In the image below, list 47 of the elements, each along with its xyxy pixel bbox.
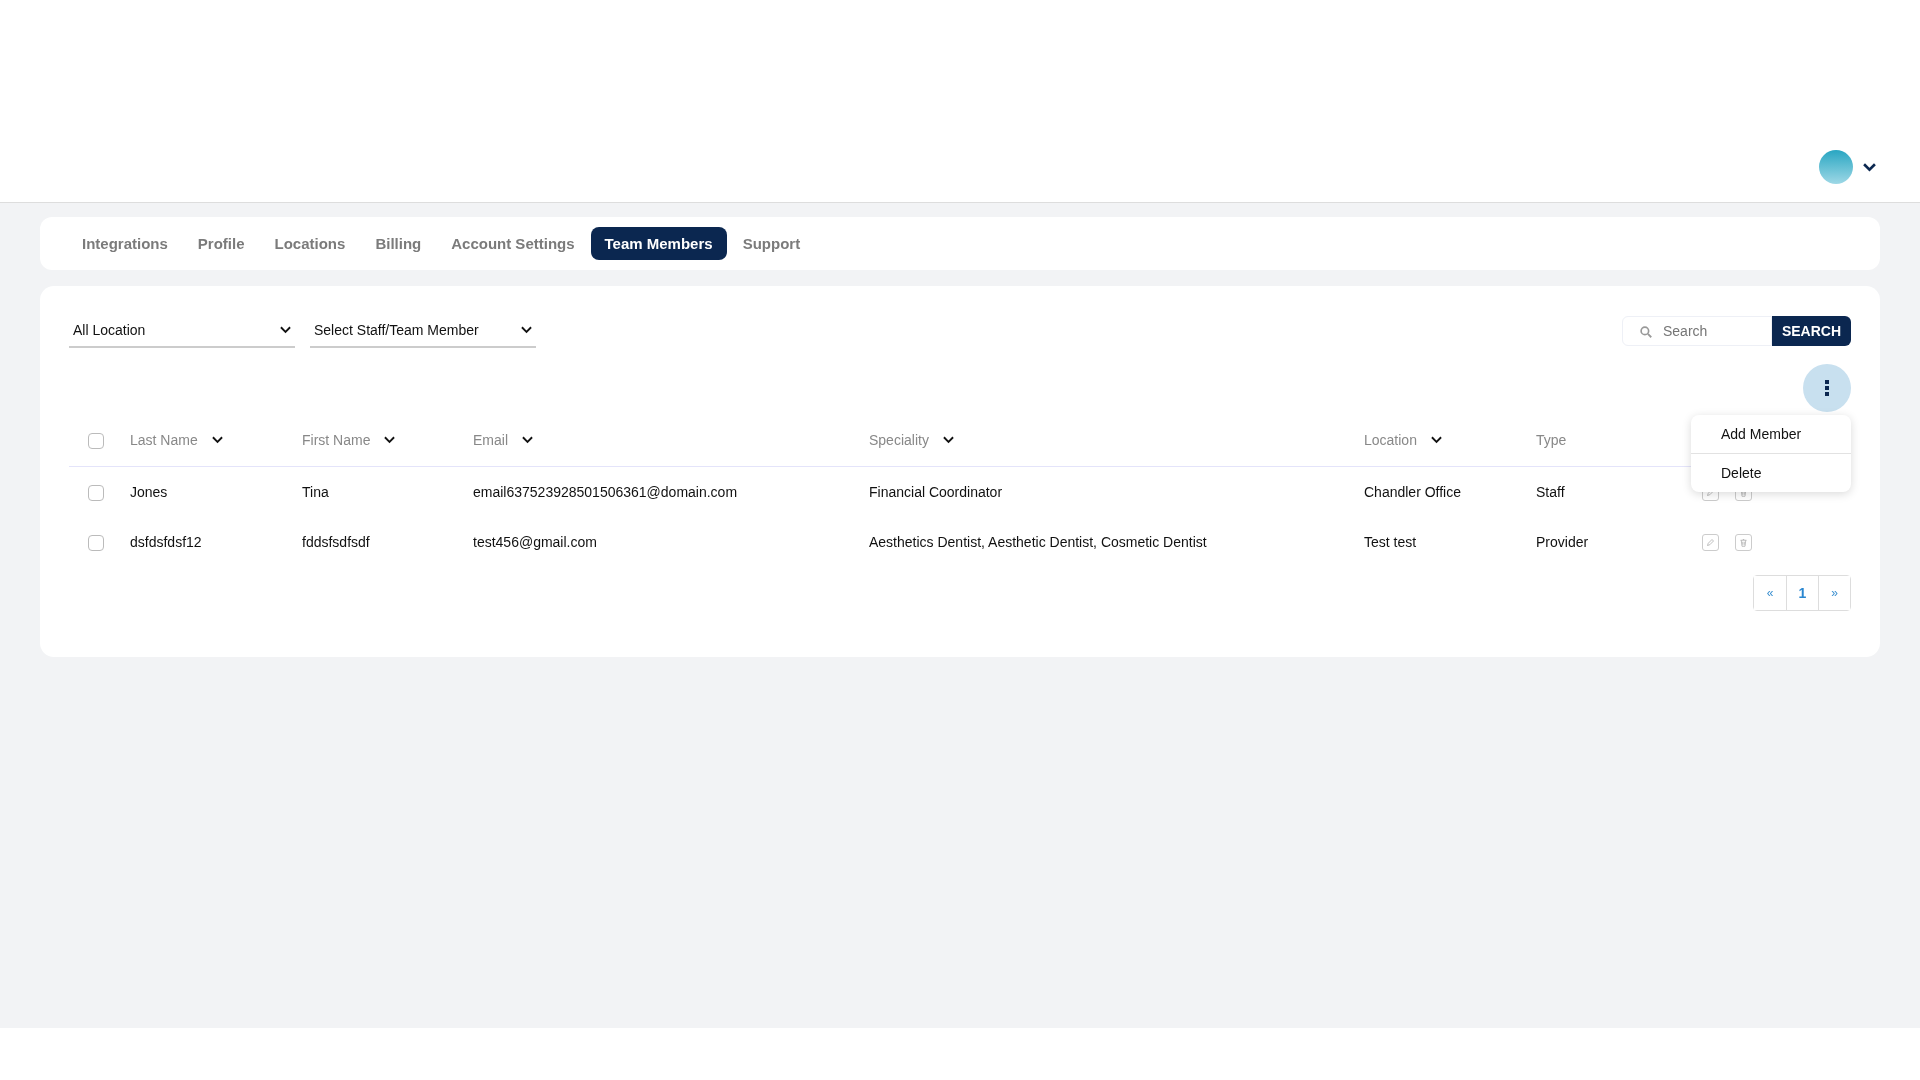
tab[interactable]: Team Members [590,227,727,260]
table-cell: fddsfsdfsdf [302,534,370,550]
table-cell: email637523928501506361@domain.com [473,484,738,500]
table-cell: Chandler Office [1364,484,1461,500]
table-cell: Jones [130,484,168,500]
menu-item[interactable]: Delete [1691,453,1851,492]
chevron-down-icon[interactable] [521,326,532,334]
table-cell: Provider [1536,534,1589,550]
checkbox[interactable] [88,432,104,449]
chevron-down-icon[interactable] [942,436,954,444]
avatar-photo-placeholder[interactable] [1819,150,1853,184]
filter-select[interactable]: All Location [69,314,295,348]
filter-select[interactable]: Select Staff/Team Member [310,314,536,348]
chevron-down-icon[interactable] [1863,162,1876,172]
table-cell: Aesthetics Dentist, Aesthetic Dentist, Cosmetic Dentist [869,534,1207,550]
checkbox[interactable] [88,534,104,551]
table-cell: test456@gmail.com [473,534,597,550]
chevron-down-icon[interactable] [1430,436,1442,444]
search-button[interactable]: SEARCH [1772,316,1851,346]
tab[interactable]: Billing [361,227,436,260]
tab[interactable]: Support [728,227,815,260]
table-cell: Test test [1364,534,1417,550]
search-field[interactable]: Search [1622,316,1772,346]
column-header[interactable]: Last Name [130,432,198,448]
chevron-down-icon[interactable] [384,436,396,444]
tab[interactable]: Locations [260,227,360,260]
column-header[interactable]: Email [473,432,508,448]
more-options-button[interactable] [1803,364,1851,412]
column-header[interactable]: First Name [302,432,371,448]
tab[interactable]: Profile [183,227,259,260]
table-cell: dsfdsfdsf12 [130,534,202,550]
column-header[interactable]: Speciality [869,432,929,448]
vertical-dots-icon [1825,380,1829,396]
chevron-down-icon[interactable] [211,436,223,444]
table-cell: Tina [302,484,329,500]
chevron-down-icon[interactable] [280,326,291,334]
menu-item[interactable]: Add Member [1691,415,1851,453]
next-page-button[interactable]: » [1818,576,1850,610]
chevron-down-icon[interactable] [522,436,533,444]
search-icon [1640,326,1652,338]
table-cell: Staff [1536,484,1565,500]
table-cell: Financial Coordinator [869,484,1003,500]
column-header[interactable]: Location [1364,432,1417,448]
tab[interactable]: Integrations [68,227,182,260]
column-header[interactable]: Type [1536,432,1567,448]
checkbox[interactable] [88,484,104,501]
tab[interactable]: Account Settings [437,227,589,260]
